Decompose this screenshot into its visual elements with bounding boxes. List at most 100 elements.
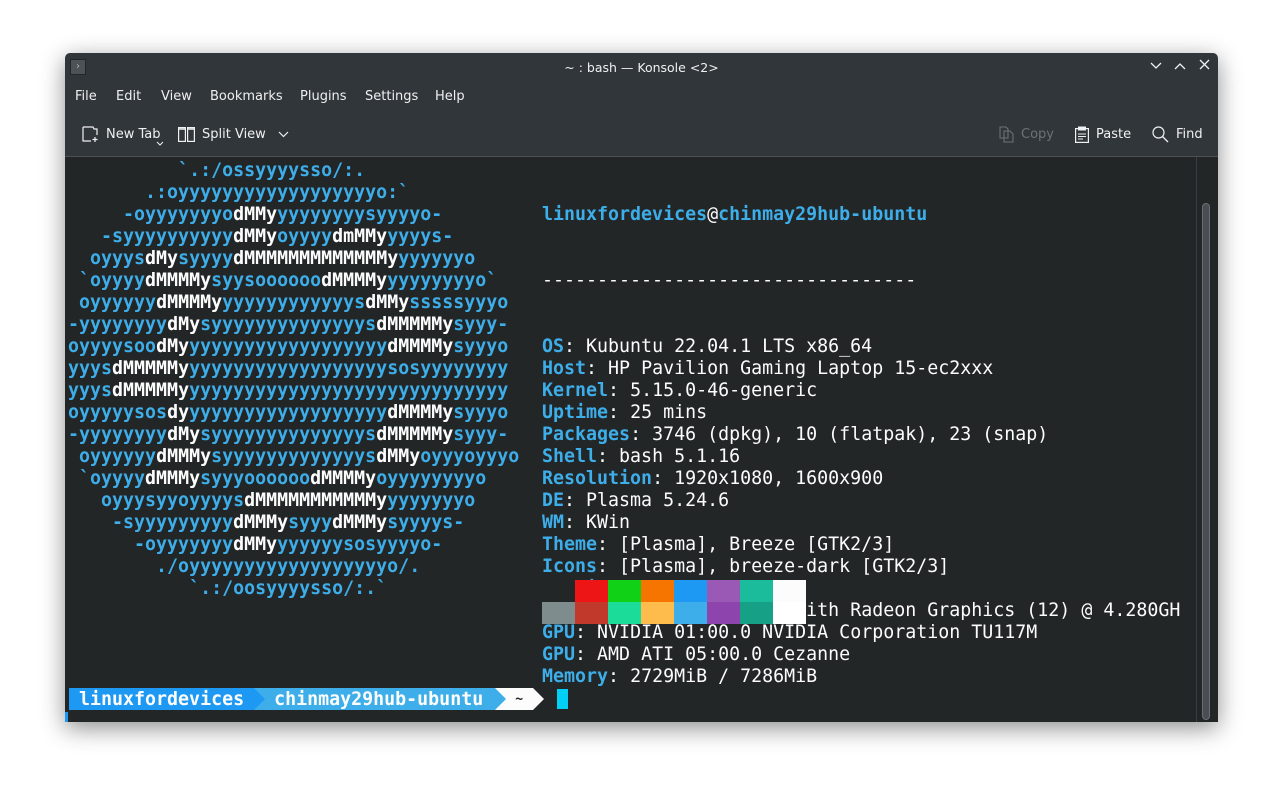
logo-segment: -oyyyyyyy [68,534,234,555]
logo-segment: oyyyyyy [68,292,157,313]
logo-segment: yyyyyyyyo` [387,270,498,291]
new-tab-icon [82,125,98,142]
info-value: Kubuntu 22.04.1 LTS x86_64 [586,336,873,357]
logo-line: -yyyyyyyydMysyyyyyyyyyyyyyysdMMMMMysyyy- [68,314,519,336]
logo-line: oyyysyyoyyyysdMMMMMMMMMMMyyyyyyyyo [68,490,519,512]
logo-line: ./oyyyyyyyyyyyyyyyyyyo/. [68,556,519,578]
logo-segment: sssssyyyo [409,292,509,313]
close-button[interactable] [1195,58,1213,76]
info-value: KWin [586,512,631,533]
menu-file[interactable]: File [75,89,97,104]
info-key: Uptime [542,402,609,423]
logo-segment: syyyyyyyyyyyyys [211,446,377,467]
find-label: Find [1176,126,1203,142]
shell-prompt: linuxfordevices chinmay29hub-ubuntu ~ [69,688,569,710]
logo-segment: yyyyyyyyyyyyyyyyyy [189,402,388,423]
new-tab-button[interactable]: New Tab [82,119,164,149]
copy-button[interactable]: Copy [999,119,1054,149]
logo-segment: dMMMMy [321,270,388,291]
powerline-arrow [254,688,266,710]
logo-segment: syyyoooooo [200,468,311,489]
logo-segment: dMy [167,424,201,445]
info-colon: : [575,644,598,665]
logo-segment: dMMMMMy [376,314,454,335]
scrollbar[interactable] [1196,157,1218,722]
minimize-button[interactable] [1147,58,1165,76]
info-value: HP Pavilion Gaming Laptop 15-ec2xxx [608,358,994,379]
user-host-line: linuxfordevices@chinmay29hub-ubuntu [542,204,1180,226]
terminal-view[interactable]: `.:/ossyyyysso/:. .:oyyyyyyyyyyyyyyyyyyo… [65,156,1218,722]
info-colon: : [597,534,620,555]
chevron-down-icon[interactable] [278,131,289,138]
scrollbar-thumb[interactable] [1202,203,1210,720]
info-row: OS: Kubuntu 22.04.1 LTS x86_64 [542,336,1180,358]
info-value: 3746 (dpkg), 10 (flatpak), 23 (snap) [652,424,1049,445]
menu-bookmarks[interactable]: Bookmarks [210,89,283,104]
info-key: Host [542,358,587,379]
maximize-button[interactable] [1171,58,1189,76]
info-row: Resolution: 1920x1080, 1600x900 [542,468,1180,490]
info-key: Resolution [542,468,653,489]
paste-button[interactable]: Paste [1075,119,1131,149]
info-user: linuxfordevices [542,204,708,225]
logo-line: oyyysdMysyyyydMMMMMMMMMMMMMyyyyyyyo [68,248,519,270]
text-cursor [557,689,569,709]
info-value: bash 5.1.16 [619,446,741,467]
logo-segment: dMMy [233,226,278,247]
info-row: Theme: [Plasma], Breeze [GTK2/3] [542,534,1180,556]
logo-segment: dMMMMMy [376,424,454,445]
logo-segment: dMMMMy [145,270,212,291]
logo-line: -yyyyyyyydMysyyyyyyyyyyyyyysdMMMMMysyyy- [68,424,519,446]
menu-help[interactable]: Help [435,89,465,104]
logo-line: yyysdMMMMMyyyyyyyyyyyyyyyyyyyyyyyyyyyyyy [68,380,519,402]
info-row: DE: Plasma 5.24.6 [542,490,1180,512]
logo-segment: yyyyyyyo [387,490,476,511]
info-row: GPU: AMD ATI 05:00.0 Cezanne [542,644,1180,666]
info-colon: : [575,622,598,643]
color-swatch [575,580,608,602]
info-row: Shell: bash 5.1.16 [542,446,1180,468]
color-swatch [674,580,707,602]
split-view-button[interactable]: Split View [178,119,289,149]
powerline-arrow [533,688,545,710]
logo-segment: oyyysyyoyyyys [68,490,245,511]
info-key: Memory [542,666,609,687]
info-value: [Plasma], Breeze [GTK2/3] [619,534,895,555]
logo-segment: .:oyyyyyyyyyyyyyyyyyyo:` [68,182,410,203]
menu-plugins[interactable]: Plugins [300,89,347,104]
konsole-window: › ~ : bash — Konsole <2> File Edit View … [65,53,1218,722]
logo-segment: oyyyoyyyo [420,446,520,467]
color-swatch [707,602,740,624]
info-row: Memory: 2729MiB / 7286MiB [542,666,1180,688]
find-button[interactable]: Find [1152,119,1203,149]
info-colon: : [608,402,631,423]
logo-segment: `oyyyy [68,270,146,291]
color-swatch [608,602,641,624]
info-key: Theme [542,534,598,555]
logo-segment: syysoooooo [211,270,322,291]
logo-segment: dMMMMy [310,468,377,489]
logo-line: oyyyyyydMMMysyyyyyyyyyyyyysdMMyoyyyoyyyo [68,446,519,468]
titlebar[interactable]: › ~ : bash — Konsole <2> [65,53,1218,82]
info-value: 1920x1080, 1600x900 [674,468,884,489]
logo-segment: dMMy [365,292,410,313]
color-swatch [641,602,674,624]
menu-edit[interactable]: Edit [116,89,141,104]
logo-segment: yyys [68,358,113,379]
info-key: Packages [542,424,631,445]
logo-segment: dMMy [376,446,421,467]
new-tab-dropdown-icon[interactable] [156,141,164,146]
logo-segment: -yyyyyyyy [68,314,168,335]
logo-segment: oyyyy [277,226,333,247]
logo-segment: oyyyyysos [68,402,168,423]
logo-segment: yyyys- [387,226,454,247]
menu-view[interactable]: View [161,89,192,104]
info-row: Uptime: 25 mins [542,402,1180,424]
info-colon: : [630,424,653,445]
paste-label: Paste [1096,126,1132,142]
logo-segment: dMMMMy [387,336,454,357]
logo-segment: syyy- [453,424,509,445]
color-swatch [542,602,575,624]
logo-segment: dMMMMMMMMMMMMMy [233,248,399,269]
menu-settings[interactable]: Settings [365,89,418,104]
